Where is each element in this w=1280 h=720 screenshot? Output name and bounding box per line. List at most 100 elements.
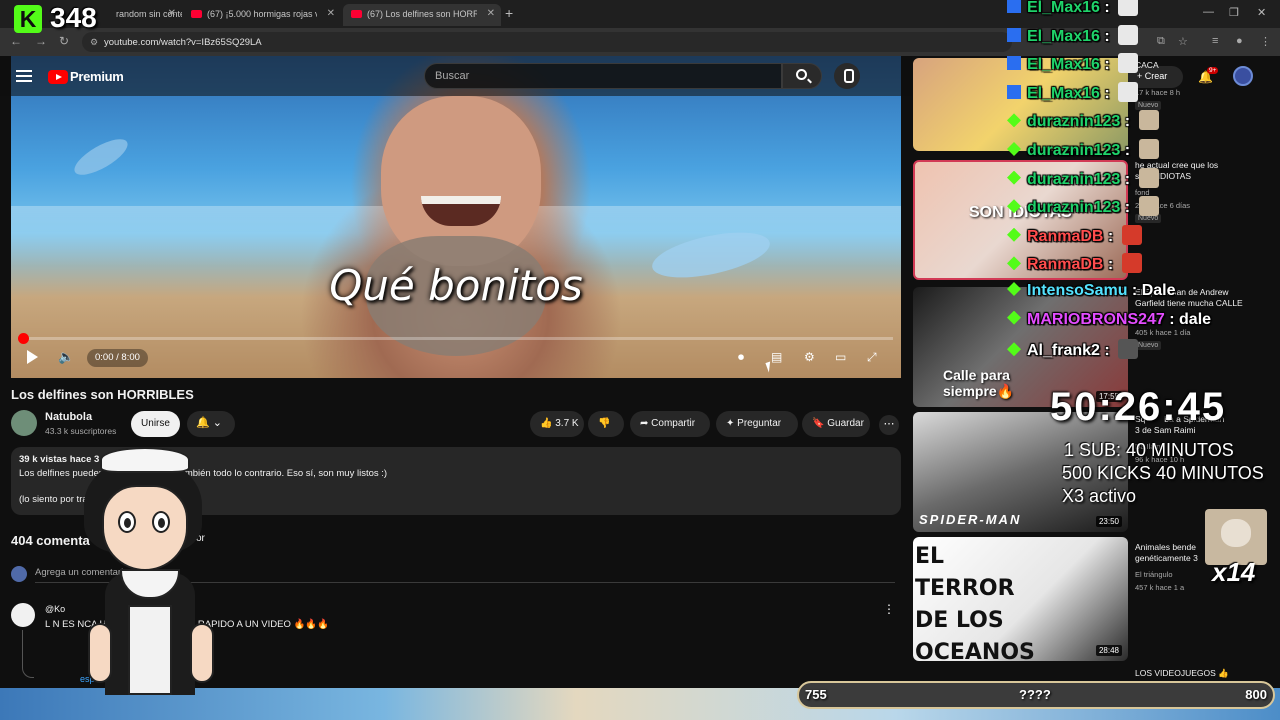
chat-separator: : [1099,27,1115,45]
volume-icon[interactable]: 🔈 [58,349,74,365]
chat-badge-icon [1007,142,1021,156]
chat-message: duraznin123 : [1007,139,1159,167]
comment-thread-line [22,630,34,678]
like-button[interactable]: 👍 3.7 K [530,411,584,437]
chat-message: Al_frank2 : [1007,339,1139,367]
recommendation-title[interactable]: CACA [1135,60,1159,71]
avatar-maid-cap [100,447,190,473]
share-button[interactable]: ➦ Compartir [630,411,710,437]
fullscreen-icon[interactable]: ⤢ [867,350,877,365]
video-scrubber-handle[interactable] [18,333,29,344]
goal-middle: ???? [1019,687,1051,702]
chat-badge-icon [1007,84,1021,99]
browser-tab-3[interactable]: (67) Los delfines son HORRIBLE ✕ [343,4,501,26]
search-icon [796,69,807,80]
comment-avatar[interactable] [11,603,35,627]
profile-icon[interactable]: ● [1236,35,1243,47]
save-button[interactable]: 🔖 Guardar [802,411,870,437]
screen: random sin conte ✕ (67) ¡5.000 hormigas … [0,0,1280,720]
maximize-icon[interactable]: ❐ [1229,6,1239,19]
close-icon[interactable]: ✕ [168,8,176,19]
channel-name[interactable]: Natubola [45,411,92,423]
tab-search-icon[interactable]: ≡ [1212,35,1218,47]
voice-search-icon[interactable] [834,63,860,89]
search-button[interactable] [782,63,822,89]
create-label: Crear [1144,71,1168,81]
video-progress-bar[interactable] [18,333,893,344]
channel-avatar[interactable] [11,410,37,436]
chat-username: RanmaDB [1027,227,1104,245]
chat-badge-icon [1007,282,1021,296]
thumbnail-overlay-text: Calle para siempre🔥 [943,367,1015,399]
chat-message: El_Max16 : [1007,81,1139,110]
chat-message: duraznin123 : [1007,110,1159,138]
chat-emote-icon [1138,196,1159,217]
youtube-logo-icon[interactable] [48,70,68,84]
ask-button[interactable]: ✦ Preguntar [716,411,798,437]
subscribe-bell-button[interactable]: 🔔 ⌄ [187,411,235,437]
channel-subscribers: 43.3 k suscriptores [45,426,117,436]
more-actions-icon[interactable]: ⋯ [879,415,899,435]
bookmark-icon: 🔖 [812,418,825,429]
recommendation-title[interactable]: LOS VIDEOJUEGOS 👍 [1135,668,1229,679]
play-icon[interactable] [27,350,38,364]
multiplier-text: x14 [1212,557,1256,587]
close-window-icon[interactable]: ✕ [1257,6,1266,19]
browser-menu-icon[interactable]: ⋮ [1260,35,1271,48]
goal-text: X3 activo [1062,486,1137,506]
minimize-icon[interactable]: — [1203,6,1214,18]
chat-emote-icon [1118,81,1139,102]
comment-menu-icon[interactable]: ⋮ [883,602,895,616]
chat-separator: : [1120,199,1135,217]
bell-icon: 🔔 [196,417,210,429]
bookmark-star-icon[interactable]: ☆ [1178,35,1188,48]
url-input[interactable]: ⚙ youtube.com/watch?v=IBz65SQ29LA [82,32,1012,52]
chat-badge-icon [1007,256,1021,271]
chat-username: IntensoSamu [1027,282,1128,299]
reload-icon[interactable]: ↻ [59,34,69,48]
video-player[interactable]: Qué bonitos 🔈 0:00 / 8:00 ⏺ ▤ ⚙ ▭ ⤢ [11,56,901,378]
close-icon[interactable]: ✕ [487,8,495,19]
avatar-eye [152,511,170,533]
sparkle-icon: ✦ [726,418,735,429]
chat-badge-icon [1007,170,1021,185]
chat-emote-icon [1138,139,1159,159]
avatar [11,566,27,582]
recommendation-thumbnail[interactable]: EL TERROR DE LOS OCEANOS 28:48 [913,537,1128,661]
youtube-favicon-icon [351,10,362,18]
close-icon[interactable]: ✕ [327,8,335,19]
back-icon[interactable]: ← [10,34,22,48]
autoplay-toggle-icon[interactable]: ⏺ [738,350,744,365]
youtube-logo-text: Premium [70,69,124,84]
search-input[interactable]: Buscar [424,63,782,89]
streamer-avatar [60,445,260,695]
notification-badge: 9+ [1207,67,1219,74]
chat-separator: : [1099,84,1115,102]
new-tab-button[interactable]: + [505,5,513,21]
chat-text: dale [1179,310,1212,328]
browser-tab-2[interactable]: (67) ¡5.000 hormigas rojas vs 10 ✕ [183,4,341,26]
chat-separator: : [1120,142,1135,159]
tab-title: (67) ¡5.000 hormigas rojas vs 10 [207,9,317,19]
youtube-favicon-icon [191,10,202,18]
join-button[interactable]: Unirse [131,411,180,437]
menu-hamburger-icon[interactable] [16,70,32,82]
dislike-button[interactable]: 👎 [588,411,624,437]
theater-mode-icon[interactable]: ▭ [835,350,846,364]
recommendation-title[interactable]: Animales bende genéticamente 3 [1135,542,1198,564]
chat-separator: : [1099,342,1115,360]
chat-message: El_Max16 : [1007,53,1139,81]
install-app-icon[interactable]: ⧉ [1157,35,1165,48]
like-count: 3.7 K [555,418,579,429]
forward-icon[interactable]: → [35,34,47,48]
settings-gear-icon[interactable]: ⚙ [804,350,815,364]
recommendation-meta: 17 k hace 8 h [1135,88,1181,97]
chat-username: duraznin123 [1027,142,1121,159]
browser-tab-1[interactable]: random sin conte ✕ [92,4,182,26]
chat-emote-icon [1121,224,1142,245]
video-frame-dolphin [69,132,133,182]
avatar[interactable] [1233,66,1253,86]
chat-separator: : [1099,56,1115,74]
subtitles-icon[interactable]: ▤ [771,350,782,364]
site-info-icon[interactable]: ⚙ [90,37,98,48]
